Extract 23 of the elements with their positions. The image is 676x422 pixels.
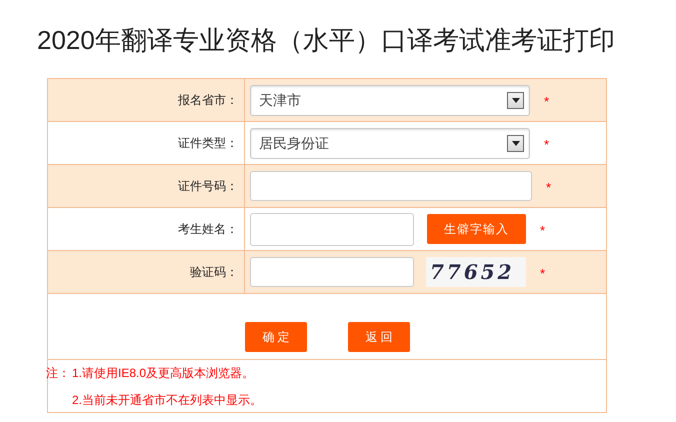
field-label: 证件号码： bbox=[178, 178, 238, 195]
required-asterisk: * bbox=[544, 93, 550, 112]
required-asterisk: * bbox=[546, 179, 552, 198]
note-text: 2.当前未开通省市不在列表中显示。 bbox=[72, 393, 262, 407]
note-label: 注： bbox=[46, 366, 70, 380]
select-field[interactable]: 天津市 bbox=[250, 84, 530, 116]
note-text: 1.请使用IE8.0及更高版本浏览器。 bbox=[72, 366, 254, 380]
input-field[interactable] bbox=[250, 212, 414, 246]
confirm-button[interactable]: 确 定 bbox=[245, 322, 307, 352]
rare-character-input-button[interactable]: 生僻字输入 bbox=[427, 214, 526, 244]
input-field[interactable] bbox=[250, 171, 532, 201]
field-label: 报名省市： bbox=[178, 92, 238, 109]
field-label: 证件类型： bbox=[178, 135, 238, 152]
field-label: 考生姓名： bbox=[178, 221, 238, 238]
input-field[interactable] bbox=[250, 257, 414, 287]
required-asterisk: * bbox=[544, 136, 550, 154]
captcha-image: 77652 bbox=[426, 257, 526, 287]
field-label: 验证码： bbox=[190, 264, 238, 281]
back-button[interactable]: 返 回 bbox=[348, 322, 410, 352]
select-field[interactable]: 居民身份证 bbox=[250, 128, 530, 158]
page-title: 2020年翻译专业资格（水平）口译考试准考证打印 bbox=[37, 24, 616, 57]
required-asterisk: * bbox=[540, 265, 546, 284]
required-asterisk: * bbox=[540, 222, 546, 240]
